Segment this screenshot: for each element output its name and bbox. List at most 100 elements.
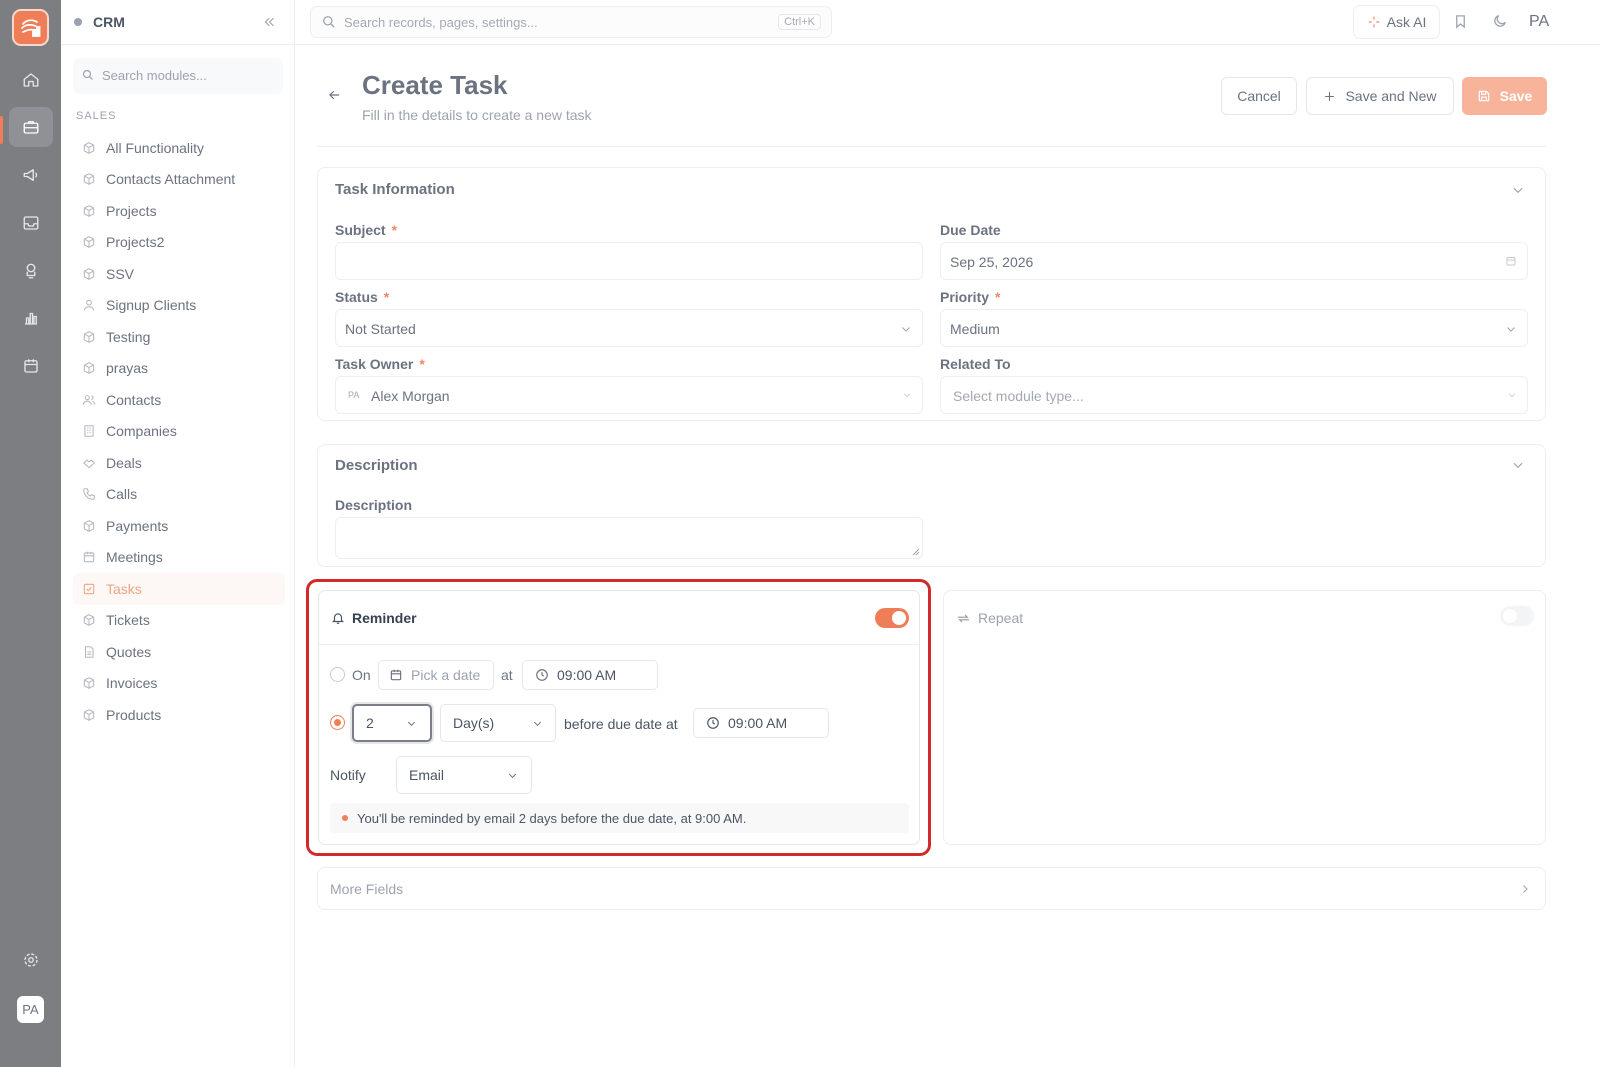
sidebar-item-label: Tasks [106, 580, 142, 597]
app-logo-icon[interactable] [12, 9, 49, 46]
sidebar-item-signup-clients[interactable]: Signup Clients [73, 290, 285, 322]
rail-analytics[interactable] [9, 298, 53, 338]
status-select[interactable]: Not Started [335, 309, 923, 347]
ask-ai-button[interactable]: Ask AI [1353, 5, 1440, 39]
sidebar-item-prayas[interactable]: prayas [73, 353, 285, 385]
clock-icon [707, 717, 719, 729]
sidebar-item-label: Meetings [106, 549, 163, 566]
box-icon [83, 708, 95, 721]
at-label: at [501, 667, 513, 683]
user-menu[interactable]: PA [1529, 13, 1549, 31]
sidebar-item-invoices[interactable]: Invoices [73, 668, 285, 700]
chevron-down-icon [1507, 327, 1515, 332]
bell-icon [331, 613, 345, 624]
description-textarea[interactable] [335, 517, 923, 559]
notify-channel-select[interactable]: Email [396, 756, 532, 794]
collapse-chevron-icon[interactable] [1511, 458, 1525, 472]
sidebar-item-label: SSV [106, 265, 135, 282]
sidebar-item-testing[interactable]: Testing [73, 321, 285, 353]
chevron-down-icon [903, 393, 911, 398]
sidebar-item-meetings[interactable]: Meetings [73, 542, 285, 574]
module-search-input[interactable]: Search modules... [73, 58, 283, 94]
sidebar-item-companies[interactable]: Companies [73, 416, 285, 448]
box-icon [83, 330, 95, 343]
sidebar-item-projects2[interactable]: Projects2 [73, 227, 285, 259]
rail-sales[interactable] [9, 107, 53, 147]
home-icon [23, 73, 39, 87]
related-to-select[interactable]: Select module type... [940, 376, 1528, 414]
search-icon [323, 16, 335, 28]
collapse-chevron-icon[interactable] [1511, 183, 1525, 197]
sidebar-item-products[interactable]: Products [73, 699, 285, 731]
chevron-right-icon [1523, 885, 1528, 893]
user-avatar[interactable]: PA [17, 996, 44, 1023]
sidebar-item-tickets[interactable]: Tickets [73, 605, 285, 637]
on-time-input[interactable]: 09:00 AM [522, 660, 658, 690]
sidebar-item-contacts-attachment[interactable]: Contacts Attachment [73, 164, 285, 196]
back-arrow-icon[interactable] [327, 88, 341, 102]
phone-icon [83, 488, 95, 501]
more-fields-row[interactable]: More Fields [317, 867, 1546, 910]
reminder-summary-text: You'll be reminded by email 2 days befor… [357, 811, 747, 826]
chevron-down-icon [508, 773, 517, 778]
box-icon [83, 204, 95, 217]
sidebar-item-deals[interactable]: Deals [73, 447, 285, 479]
toggle-knob [892, 611, 906, 625]
cancel-label: Cancel [1237, 88, 1281, 104]
box-icon [83, 173, 95, 186]
rail-inbox[interactable] [9, 203, 53, 243]
rail-home[interactable] [9, 60, 53, 100]
sidebar-item-contacts[interactable]: Contacts [73, 384, 285, 416]
due-date-picker[interactable]: Sep 25, 2026 [940, 242, 1528, 280]
box-icon [83, 614, 95, 627]
users-icon [82, 394, 96, 405]
sidebar-item-projects[interactable]: Projects [73, 195, 285, 227]
due-date-value: Sep 25, 2026 [950, 254, 1034, 270]
save-and-new-button[interactable]: Save and New [1306, 77, 1454, 115]
subject-input[interactable] [335, 242, 923, 280]
sidebar-item-label: Projects [106, 202, 157, 219]
bookmark-icon[interactable] [1453, 13, 1468, 30]
reminder-before-due-radio[interactable] [330, 715, 345, 730]
rail-support[interactable] [9, 251, 53, 291]
ask-ai-label: Ask AI [1386, 14, 1427, 30]
sidebar-item-label: Invoices [106, 675, 158, 692]
cancel-button[interactable]: Cancel [1221, 77, 1297, 115]
before-count-select[interactable]: 2 [352, 704, 432, 742]
checkbox-icon [83, 583, 95, 594]
priority-select[interactable]: Medium [940, 309, 1528, 347]
before-count-value: 2 [366, 715, 374, 731]
save-and-new-label: Save and New [1345, 88, 1437, 104]
before-time-input[interactable]: 09:00 AM [693, 708, 829, 738]
reminder-title: Reminder [352, 610, 417, 626]
collapse-sidebar-icon[interactable] [262, 15, 276, 29]
sidebar-item-calls[interactable]: Calls [73, 479, 285, 511]
module-sidebar: CRM Search modules... SALES All Function… [61, 0, 295, 1067]
app-rail: PA [0, 0, 61, 1067]
search-shortcut-badge: Ctrl+K [778, 14, 821, 30]
resize-handle-icon[interactable] [912, 548, 920, 556]
repeat-card: Repeat [943, 590, 1546, 845]
sidebar-item-quotes[interactable]: Quotes [73, 636, 285, 668]
reminder-toggle[interactable] [875, 608, 909, 628]
rail-settings[interactable] [9, 940, 53, 980]
sidebar-item-ssv[interactable]: SSV [73, 258, 285, 290]
sidebar-item-all-functionality[interactable]: All Functionality [73, 132, 285, 164]
pick-date-button[interactable]: Pick a date [378, 660, 494, 690]
save-button[interactable]: Save [1462, 77, 1547, 115]
task-owner-select[interactable]: PA Alex Morgan [335, 376, 923, 414]
sidebar-item-tasks[interactable]: Tasks [73, 573, 285, 605]
reminder-on-date-radio[interactable] [330, 667, 345, 682]
dark-mode-icon[interactable] [1492, 13, 1508, 29]
rail-calendar[interactable] [9, 346, 53, 386]
sidebar-item-payments[interactable]: Payments [73, 510, 285, 542]
repeat-toggle[interactable] [1500, 606, 1534, 626]
briefcase-icon [23, 121, 39, 134]
rail-marketing[interactable] [9, 155, 53, 195]
rail-active-marker [0, 116, 3, 144]
more-fields-label: More Fields [330, 881, 404, 897]
global-search-input[interactable]: Search records, pages, settings... Ctrl+… [310, 6, 832, 38]
sidebar-item-label: Testing [106, 328, 151, 345]
before-unit-select[interactable]: Day(s) [440, 704, 556, 742]
chevron-down-icon [533, 721, 542, 726]
